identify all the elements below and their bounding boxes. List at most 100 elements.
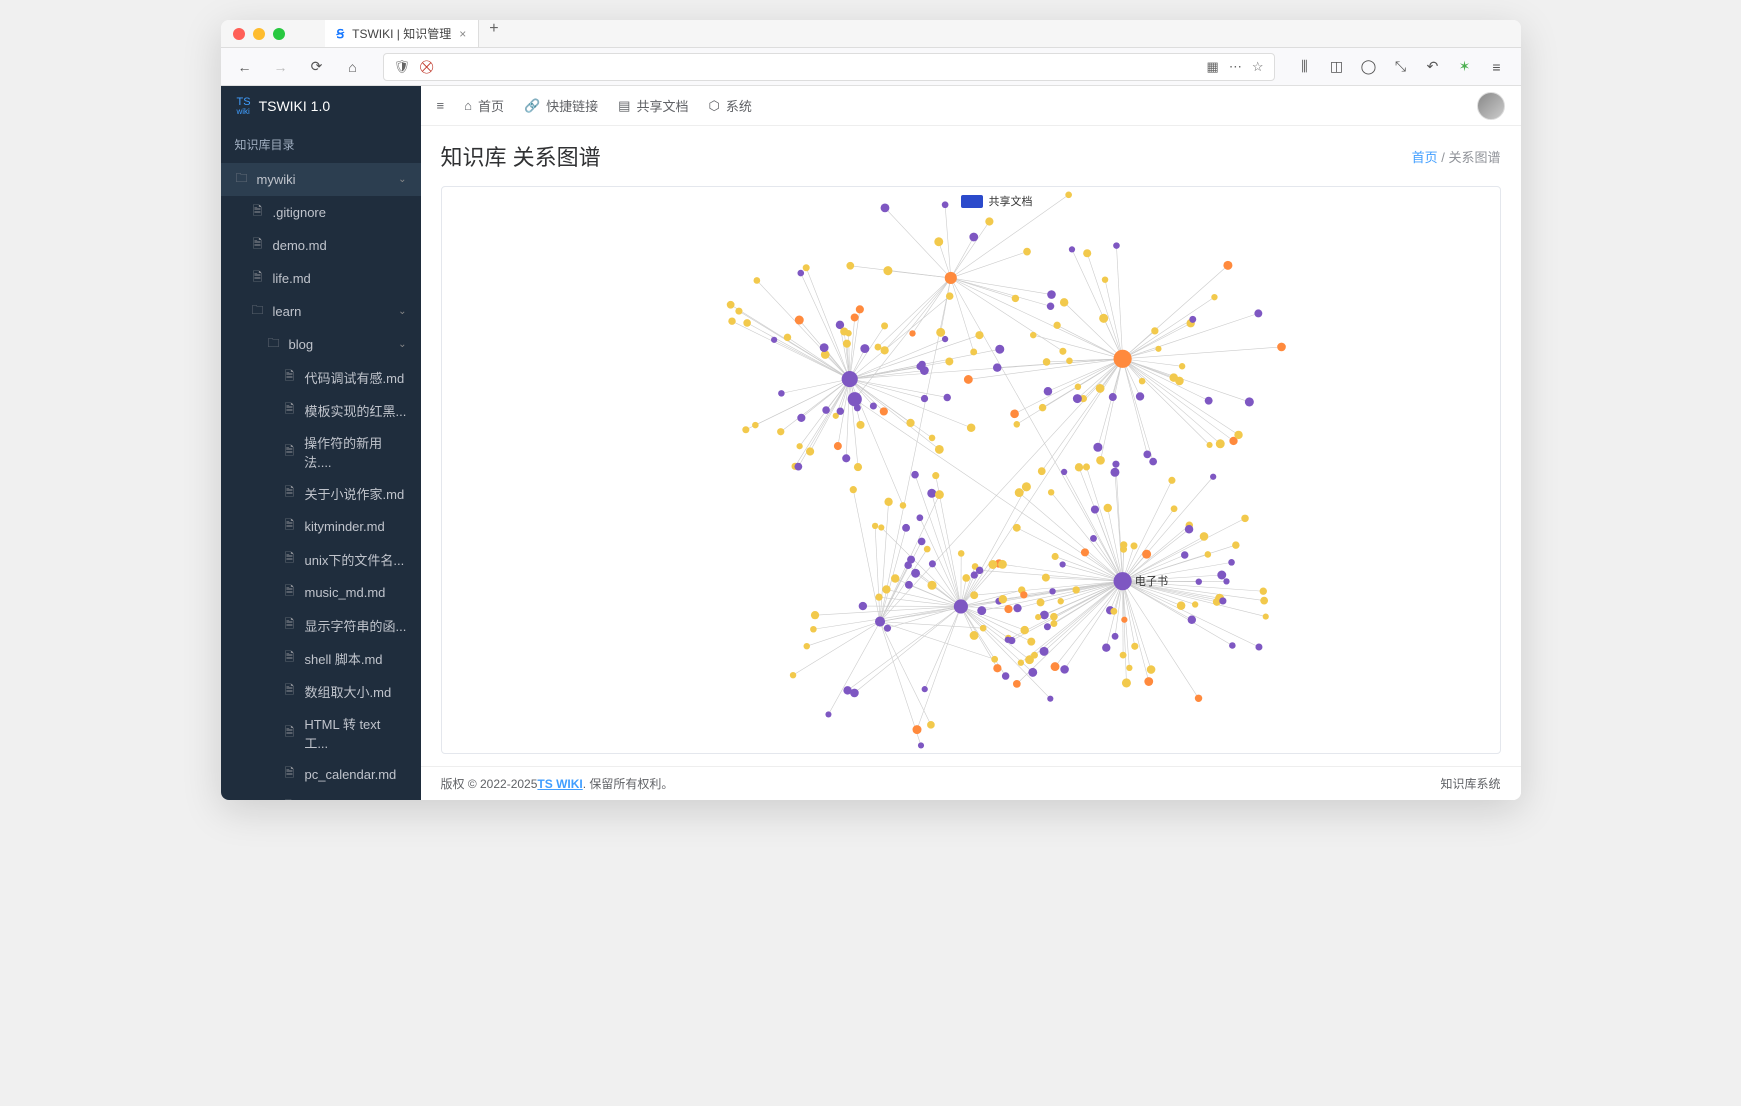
tree-folder[interactable]: 🗀blog⌄ (221, 328, 421, 361)
window-controls (233, 28, 285, 40)
nav-home-button[interactable]: ⌂ (339, 53, 367, 81)
sidebar: TS wiki TSWIKI 1.0 知识库目录 🗀 mywiki ⌄ 🗎.gitig… (221, 86, 421, 800)
nav-quicklinks[interactable]: 🔗快捷链接 (524, 96, 598, 115)
nav-system[interactable]: ⬡系统 (708, 96, 751, 115)
tree-file[interactable]: 🗎 cpu人工智能.md (221, 791, 421, 800)
page-title: 知识库 关系图谱 (441, 140, 601, 172)
tree-item-label: mywiki (257, 172, 296, 187)
tree-file[interactable]: 🗎 shell 脚本.md (221, 642, 421, 675)
tree-item-label: 模板实现的红黑... (305, 401, 407, 420)
folder-icon: 🗀 (235, 169, 249, 190)
new-tab-button[interactable]: + (479, 20, 508, 47)
tree-item-label: music_md.md (305, 585, 386, 600)
brand-logo: TS wiki (237, 97, 251, 116)
tab-title: TSWIKI | 知识管理 (352, 25, 451, 42)
graph-legend: 共享文档 (961, 193, 1033, 209)
breadcrumb-current: 关系图谱 (1448, 150, 1500, 165)
footer-link[interactable]: TS WIKI (537, 777, 582, 791)
qr-icon[interactable]: ▦ (1207, 59, 1219, 75)
file-icon: 🗎 (283, 648, 297, 669)
relation-graph[interactable]: 共享文档 电子书 (441, 186, 1501, 754)
chevron-down-icon: ⌄ (398, 174, 406, 185)
library-icon[interactable]: ⫼ (1291, 53, 1319, 81)
minimize-window-button[interactable] (253, 28, 265, 40)
bug-icon[interactable]: ✶ (1451, 53, 1479, 81)
crop-icon[interactable]: ⤡ (1387, 53, 1415, 81)
cube-icon: ⬡ (708, 98, 719, 114)
tree-file[interactable]: 🗎数组取大小.md (221, 675, 421, 708)
tree-file[interactable]: 🗎demo.md (221, 229, 421, 262)
tab-close-icon[interactable]: × (459, 27, 466, 41)
graph-node-label: 电子书 (1134, 575, 1167, 588)
nav-back-button[interactable]: ← (231, 53, 259, 81)
tree-item-label: life.md (273, 271, 311, 286)
nav-toggle-button[interactable]: ≡ (437, 98, 445, 113)
tree-file[interactable]: 🗎 kityminder.md (221, 510, 421, 543)
top-nav: ≡ ⌂首页 🔗快捷链接 ▤共享文档 ⬡系统 (421, 86, 1521, 126)
footer-right: 知识库系统 (1440, 775, 1500, 792)
file-icon: 🗎 (283, 582, 297, 603)
url-bar[interactable]: 🛡 ⛒ ▦ ⋯ ☆ (383, 53, 1275, 81)
brand-name: TSWIKI 1.0 (259, 98, 331, 114)
file-icon: 🗎 (283, 797, 297, 800)
tree-item-label: demo.md (273, 238, 327, 253)
user-avatar[interactable] (1477, 92, 1505, 120)
tree-item-label: cpu人工智能.md (305, 798, 400, 800)
file-icon: 🗎 (283, 400, 297, 421)
breadcrumb: 首页 / 关系图谱 (1412, 147, 1501, 166)
file-icon: 🗎 (283, 516, 297, 537)
window-titlebar: Ꞩ TSWIKI | 知识管理 × + (221, 20, 1521, 48)
tree-item-label: 代码调试有感.md (305, 368, 405, 387)
tab-favicon: Ꞩ (337, 27, 345, 41)
tree-file[interactable]: 🗎 代码调试有感.md (221, 361, 421, 394)
tree-file[interactable]: 🗎 music_md.md (221, 576, 421, 609)
account-icon[interactable]: ◯ (1355, 53, 1383, 81)
tree-file[interactable]: 🗎.gitignore (221, 196, 421, 229)
file-icon: 🗎 (283, 483, 297, 504)
tree-file[interactable]: 🗎unix下的文件名... (221, 543, 421, 576)
tree-item-label: kityminder.md (305, 519, 385, 534)
file-tree: 🗀mywiki⌄🗎.gitignore🗎demo.md🗎life.md🗀lear… (221, 163, 421, 800)
tree-file[interactable]: 🗎显示字符串的函... (221, 609, 421, 642)
breadcrumb-home[interactable]: 首页 (1412, 150, 1438, 165)
tree-item-label: 操作符的新用法.... (304, 433, 406, 471)
nav-home[interactable]: ⌂首页 (464, 96, 504, 115)
file-icon: 🗎 (283, 442, 297, 463)
nav-shared[interactable]: ▤共享文档 (618, 96, 688, 115)
sidebar-icon[interactable]: ◫ (1323, 53, 1351, 81)
undo-icon[interactable]: ↶ (1419, 53, 1447, 81)
browser-tab[interactable]: Ꞩ TSWIKI | 知识管理 × (325, 20, 480, 47)
star-icon[interactable]: ☆ (1252, 59, 1264, 75)
legend-swatch (961, 195, 983, 208)
sidebar-section-title: 知识库目录 (221, 126, 421, 163)
tree-file[interactable]: 🗎 操作符的新用法.... (221, 427, 421, 477)
tree-file[interactable]: 🗎 模板实现的红黑... (221, 394, 421, 427)
nav-forward-button[interactable]: → (267, 53, 295, 81)
tree-file[interactable]: 🗎HTML 转 text 工... (221, 708, 421, 758)
tree-item-label: pc_calendar.md (305, 767, 397, 782)
more-icon[interactable]: ⋯ (1229, 59, 1242, 75)
tree-item-label: learn (273, 304, 302, 319)
hamburger-menu-icon[interactable]: ≡ (1483, 53, 1511, 81)
maximize-window-button[interactable] (273, 28, 285, 40)
tree-file[interactable]: 🗎 关于小说作家.md (221, 477, 421, 510)
close-window-button[interactable] (233, 28, 245, 40)
tree-folder[interactable]: 🗀 mywiki ⌄ (221, 163, 421, 196)
document-icon: ▤ (618, 98, 630, 114)
tree-folder[interactable]: 🗀 learn ⌄ (221, 295, 421, 328)
folder-icon: 🗀 (251, 301, 265, 322)
tree-file[interactable]: 🗎pc_calendar.md (221, 758, 421, 791)
tree-file[interactable]: 🗎life.md (221, 262, 421, 295)
tree-item-label: shell 脚本.md (305, 649, 383, 668)
tree-item-label: 显示字符串的函... (305, 616, 407, 635)
link-icon: 🔗 (524, 98, 540, 114)
file-icon: 🗎 (283, 367, 297, 388)
chevron-down-icon: ⌄ (398, 306, 406, 317)
file-icon: 🗎 (251, 202, 265, 223)
nav-reload-button[interactable]: ⟳ (303, 53, 331, 81)
brand[interactable]: TS wiki TSWIKI 1.0 (221, 86, 421, 126)
shield-icon: 🛡 (394, 59, 411, 75)
tree-item-label: 关于小说作家.md (305, 484, 405, 503)
home-icon: ⌂ (464, 98, 472, 113)
browser-toolbar: ← → ⟳ ⌂ 🛡 ⛒ ▦ ⋯ ☆ ⫼ ◫ ◯ ⤡ ↶ ✶ ≡ (221, 48, 1521, 86)
